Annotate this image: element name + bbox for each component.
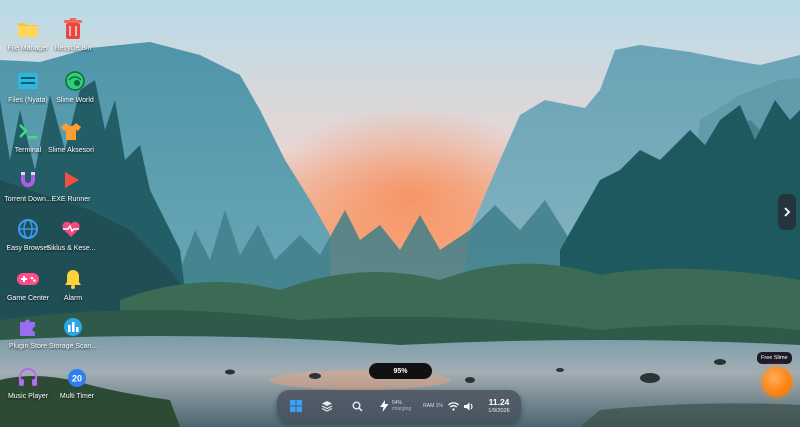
start-button[interactable] (289, 399, 303, 413)
desktop-icon-label: Alarm (63, 295, 83, 302)
desktop-icon-storage-scanner[interactable]: Storage Scan... (42, 314, 104, 351)
desktop-icon-slime-aksesori[interactable]: Slime Aksesori (40, 118, 102, 155)
play-icon (58, 167, 84, 193)
speaker-icon (464, 402, 473, 410)
desktop-icon-label: EXE Runner (51, 196, 91, 203)
globe-slime-icon (62, 68, 88, 94)
shirt-icon (58, 118, 84, 144)
desktop-icon-slime-world[interactable]: Slime World (44, 68, 106, 105)
timer-icon: 20 (64, 364, 90, 390)
progress-label: 95% (393, 367, 408, 375)
wifi-icon (448, 401, 459, 411)
lightning-icon (380, 400, 389, 412)
battery-status: charging (392, 406, 412, 412)
progress-indicator: 95% (369, 363, 432, 379)
terminal-icon (15, 118, 41, 144)
desktop-icon-alarm[interactable]: Alarm (42, 266, 104, 303)
slime-orb[interactable] (762, 367, 792, 397)
globe-icon (15, 216, 41, 242)
layers-icon (321, 401, 333, 412)
gamepad-icon (15, 266, 41, 292)
trash-icon (60, 16, 86, 42)
svg-text:20: 20 (72, 374, 82, 384)
desktop-icon-siklus-kesehatan[interactable]: Siklus & Kese... (40, 216, 102, 253)
folder-icon (15, 16, 41, 42)
desktop-icon-label: Slime World (56, 97, 94, 104)
puzzle-icon (15, 314, 41, 340)
bell-icon (60, 266, 86, 292)
clock-date: 1/9/2026 (488, 408, 510, 414)
heart-pulse-icon (58, 216, 84, 242)
ram-label: RAM 1% (423, 403, 443, 409)
desktop-icon-label: Slime Aksesori (48, 147, 94, 154)
side-panel-toggle[interactable] (778, 194, 796, 230)
chevron-right-icon (784, 207, 791, 217)
desktop-icon-label: Recycle Bin (54, 45, 92, 52)
desktop-icon-exe-runner[interactable]: EXE Runner (40, 167, 102, 204)
desktop-icon-recycle-bin[interactable]: Recycle Bin (42, 16, 104, 53)
search-button[interactable] (350, 399, 364, 413)
volume-button[interactable] (463, 399, 476, 413)
free-slime-label: Free Slime (761, 355, 788, 361)
windows-icon (290, 400, 302, 412)
battery-indicator[interactable]: 54% charging (380, 396, 414, 416)
desktop-icon-label: Storage Scan... (48, 343, 98, 350)
search-icon (352, 401, 363, 412)
magnet-icon (15, 167, 41, 193)
wifi-button[interactable] (447, 399, 460, 413)
ram-indicator[interactable]: RAM 1% (420, 399, 446, 413)
clock-time: 11.24 (488, 397, 510, 407)
clock[interactable]: 11.24 1/9/2026 (481, 394, 517, 418)
desktop-icon-label: Siklus & Kese... (46, 245, 96, 252)
task-view-button[interactable] (320, 399, 334, 413)
pie-chart-icon (60, 314, 86, 340)
free-slime-badge[interactable]: Free Slime (757, 352, 792, 364)
taskbar: 54% charging RAM 1% 11.24 1/9/2026 (277, 390, 521, 422)
desktop-icon-label: Multi Timer (59, 393, 95, 400)
drive-icon (15, 68, 41, 94)
desktop-icon-multi-timer[interactable]: 20 Multi Timer (46, 364, 108, 401)
headphones-icon (15, 364, 41, 390)
